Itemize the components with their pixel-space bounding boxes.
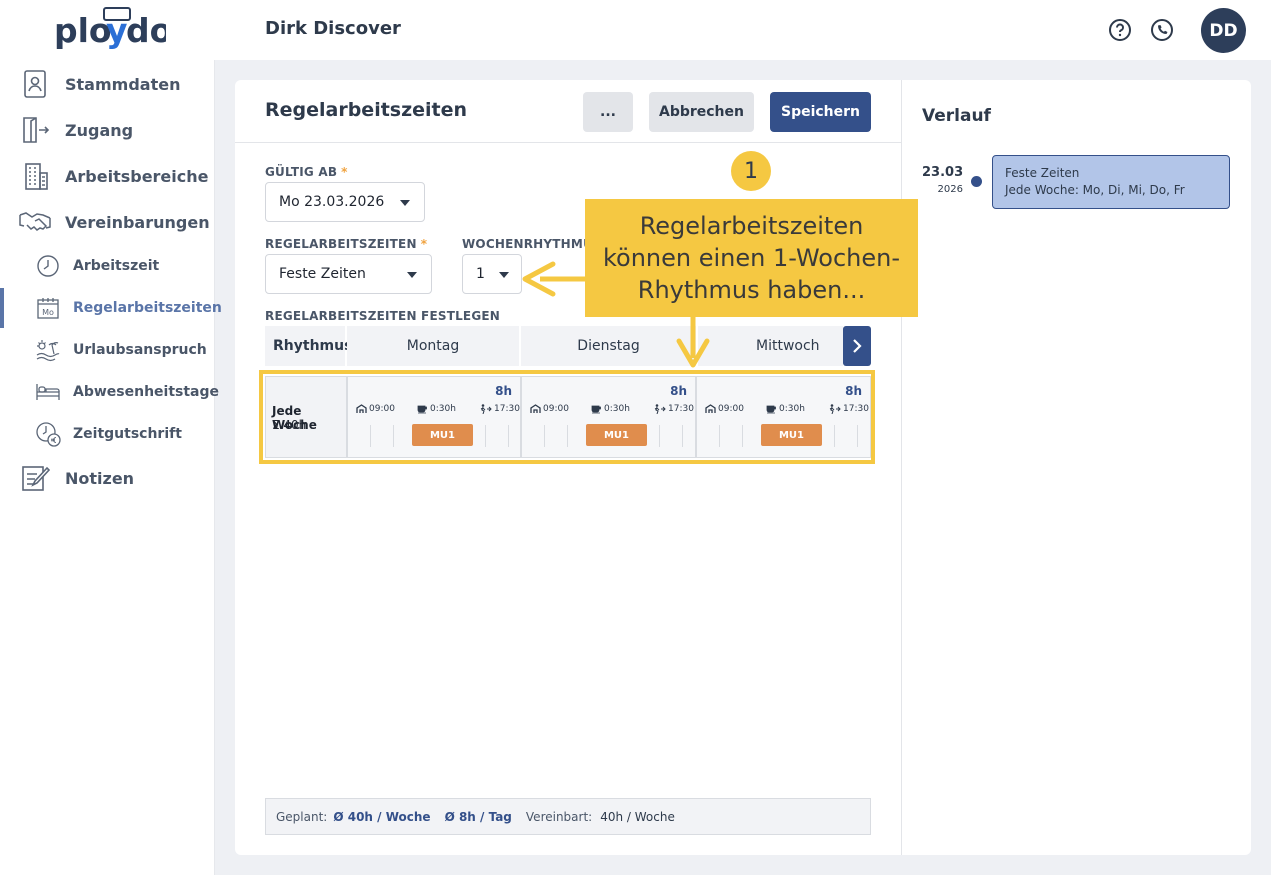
annotation-line: Regelarbeitszeiten — [639, 212, 864, 240]
sidebar-item-arbeitsbereiche[interactable]: Arbeitsbereiche — [0, 156, 215, 196]
rhythmus-header: Rhythmus — [265, 326, 352, 366]
chevron-down-icon — [499, 272, 509, 278]
save-button[interactable]: Speichern — [770, 92, 871, 132]
regelarbeitszeiten-select[interactable]: Feste Zeiten — [265, 254, 432, 294]
history-year: 2026 — [937, 184, 963, 195]
sidebar-item-zeitgutschrift[interactable]: Zeitgutschrift — [0, 414, 215, 454]
building-icon — [20, 161, 50, 191]
verlauf-title: Verlauf — [922, 106, 991, 126]
history-date: 23.03 — [922, 165, 964, 180]
annotation-callout: Regelarbeitszeiten können einen 1-Wochen… — [585, 199, 918, 317]
sidebar-item-stammdaten[interactable]: Stammdaten — [0, 64, 215, 104]
bed-icon — [35, 379, 61, 405]
day-header-montag: Montag — [347, 326, 519, 366]
beach-icon — [35, 337, 61, 363]
day-header-dienstag: Dienstag — [521, 326, 696, 366]
festlegen-label: REGELARBEITSZEITEN FESTLEGEN — [265, 309, 501, 323]
sidebar-item-label: Stammdaten — [65, 74, 181, 94]
header-divider — [235, 142, 901, 143]
calendar-mo-icon: Mo — [35, 295, 61, 321]
gueltig-ab-value: Mo 23.03.2026 — [279, 194, 385, 210]
history-entry-card[interactable]: Feste Zeiten Jede Woche: Mo, Di, Mi, Do,… — [992, 155, 1230, 209]
history-entry-title: Feste Zeiten — [1005, 166, 1080, 180]
calendar-icon-text: Mo — [42, 308, 54, 317]
sidebar-item-label: Notizen — [65, 468, 135, 488]
chevron-down-icon — [407, 272, 417, 278]
phone-icon[interactable] — [1150, 18, 1174, 42]
sidebar-item-label: Urlaubsanspruch — [73, 342, 207, 358]
sidebar-item-regelarbeitszeiten[interactable]: Mo Regelarbeitszeiten — [0, 288, 222, 328]
page-title: Regelarbeitszeiten — [265, 99, 468, 121]
avatar[interactable]: DD — [1201, 8, 1246, 53]
history-entry-detail: Jede Woche: Mo, Di, Mi, Do, Fr — [1005, 183, 1185, 197]
sidebar-item-label: Arbeitszeit — [73, 258, 160, 274]
sidebar-item-label: Zeitgutschrift — [73, 426, 182, 442]
panel-divider — [901, 80, 902, 855]
annotation-line: Rhythmus haben... — [637, 276, 866, 304]
sidebar-item-label: Abwesenheitstage — [73, 384, 220, 400]
geplant-label: Geplant: — [276, 809, 328, 824]
annotation-line: können einen 1-Wochen- — [602, 244, 900, 272]
plyodo-logo[interactable]: plo y do — [54, 6, 166, 54]
vereinbart-value: 40h / Woche — [600, 809, 675, 824]
gueltig-ab-select[interactable]: Mo 23.03.2026 — [265, 182, 425, 222]
summary-bar: Geplant: Ø 40h / Woche Ø 8h / Tag Verein… — [265, 798, 871, 835]
wochen-value: 1 — [476, 266, 485, 282]
sidebar-item-label: Zugang — [65, 120, 134, 140]
sidebar-item-vereinbarungen[interactable]: Vereinbarungen — [0, 202, 215, 242]
vereinbart-label: Vereinbart: — [525, 809, 593, 824]
regel-label: REGELARBEITSZEITEN * — [265, 237, 427, 251]
regel-label-text: REGELARBEITSZEITEN — [265, 237, 417, 251]
wochenrhythmus-label: WOCHENRHYTHMUS — [462, 237, 602, 251]
sidebar-item-label: Regelarbeitszeiten — [73, 300, 222, 316]
next-days-button[interactable] — [843, 326, 871, 366]
wochenrhythmus-select[interactable]: 1 — [462, 254, 522, 294]
sidebar-item-label: Vereinbarungen — [65, 212, 210, 232]
gueltig-ab-label: GÜLTIG AB * — [265, 165, 348, 179]
timeline-dot — [971, 176, 982, 187]
top-bar: plo y do Dirk Discover DD — [0, 0, 1271, 60]
help-icon[interactable] — [1108, 18, 1132, 42]
annotation-step-number: 1 — [731, 151, 771, 191]
per-week-value: Ø 40h / Woche — [333, 809, 431, 824]
sidebar-item-zugang[interactable]: Zugang — [0, 110, 215, 150]
sidebar: Stammdaten Zugang Arbeitsbereiche Verein… — [0, 60, 222, 875]
door-enter-icon — [20, 115, 50, 145]
logo-text-y: y — [106, 11, 128, 50]
user-name: Dirk Discover — [265, 18, 401, 39]
clock-euro-icon — [35, 421, 61, 447]
sidebar-item-notizen[interactable]: Notizen — [0, 458, 215, 498]
sidebar-item-label: Arbeitsbereiche — [65, 166, 209, 186]
sidebar-item-urlaubsanspruch[interactable]: Urlaubsanspruch — [0, 330, 215, 370]
per-day-value: Ø 8h / Tag — [444, 809, 512, 824]
logo-mark: plo y do — [54, 7, 166, 50]
clock-icon — [35, 253, 61, 279]
chevron-down-icon — [400, 200, 410, 206]
sidebar-item-abwesenheitstage[interactable]: Abwesenheitstage — [0, 372, 219, 412]
id-card-icon — [20, 69, 50, 99]
logo-text-a: plo — [54, 11, 112, 50]
chevron-right-icon — [853, 339, 862, 353]
more-button[interactable]: ... — [583, 92, 633, 132]
required-marker: * — [341, 165, 348, 179]
handshake-icon — [18, 207, 52, 237]
cancel-button[interactable]: Abbrechen — [649, 92, 754, 132]
logo-text-b: do — [126, 11, 166, 50]
required-marker: * — [420, 237, 428, 251]
notepad-icon — [20, 463, 50, 493]
regel-value: Feste Zeiten — [279, 266, 366, 282]
gueltig-ab-label-text: GÜLTIG AB — [265, 165, 338, 179]
day-header-mittwoch: Mittwoch — [698, 326, 843, 366]
sidebar-item-arbeitszeit[interactable]: Arbeitszeit — [0, 246, 215, 286]
annotation-highlight — [259, 370, 875, 464]
